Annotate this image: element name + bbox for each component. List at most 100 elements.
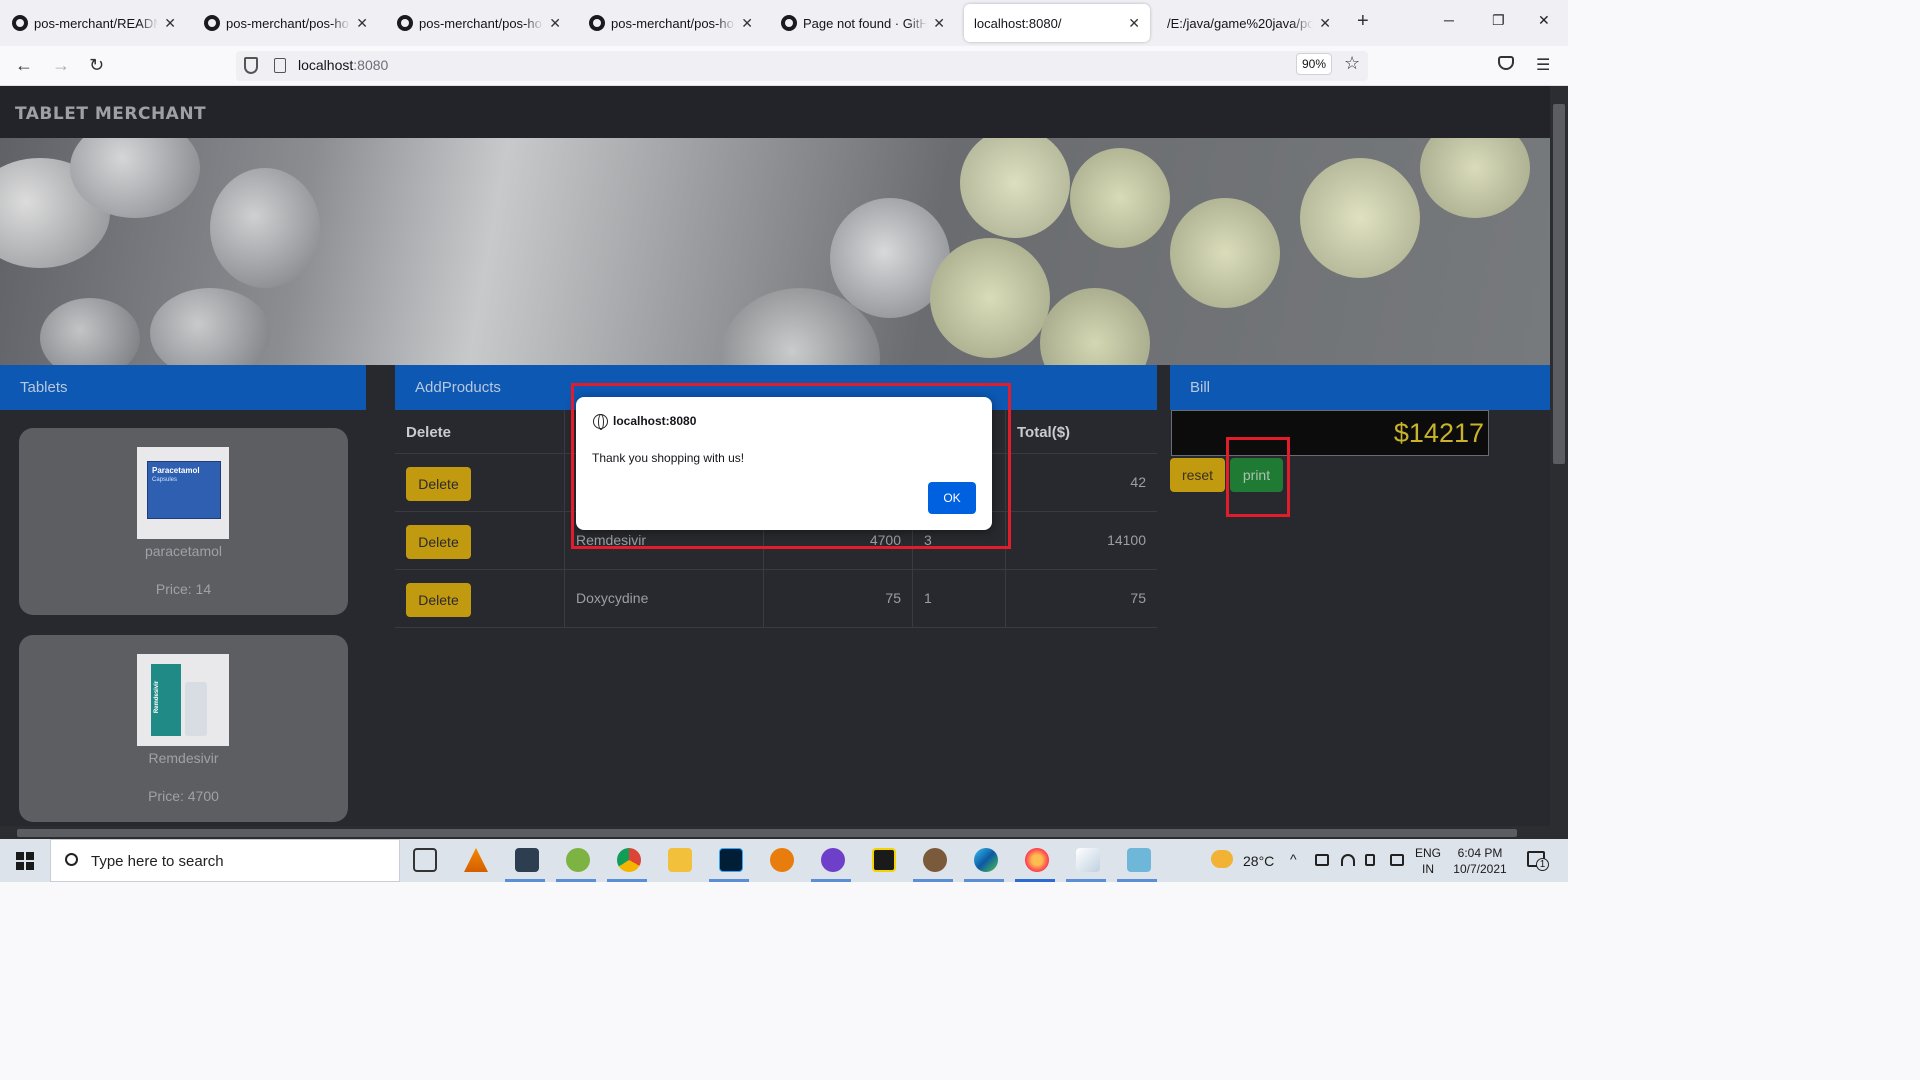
battery-icon[interactable]	[1315, 854, 1329, 866]
tab-title: pos-merchant/README.r	[34, 15, 158, 31]
clock[interactable]: 6:04 PM 10/7/2021	[1450, 845, 1510, 877]
wifi-icon[interactable]	[1341, 854, 1355, 866]
scrollbar-thumb[interactable]	[1553, 104, 1565, 464]
sticky-notes-icon[interactable]	[872, 848, 896, 872]
remdesivir-product-image: Remdesivir	[137, 654, 229, 746]
file-explorer-icon[interactable]	[668, 848, 692, 872]
github-icon	[204, 15, 220, 31]
browser-tab[interactable]: Page not found · GitHub ✕	[771, 4, 955, 42]
annotation-highlight-print	[1226, 437, 1290, 517]
notification-icon[interactable]: 1	[1527, 851, 1549, 871]
paracetamol-product-image: Paracetamol Capsules	[137, 447, 229, 539]
qty-cell: 1	[924, 590, 932, 606]
window-close-icon[interactable]: ✕	[1538, 12, 1550, 29]
language-indicator[interactable]: ENG IN	[1415, 845, 1441, 877]
tab-title: pos-merchant/pos-home	[611, 15, 735, 31]
total-cell: 75	[1130, 590, 1146, 606]
total-cell: 14100	[1107, 532, 1146, 548]
weather-temperature[interactable]: 28°C	[1243, 853, 1274, 869]
annotation-highlight-dialog	[571, 383, 1011, 549]
shield-icon[interactable]	[244, 57, 258, 74]
delete-button[interactable]: Delete	[406, 467, 471, 501]
restore-icon[interactable]: ❐	[1492, 12, 1505, 29]
product-card-paracetamol[interactable]: Paracetamol Capsules paracetamol Price: …	[19, 428, 348, 615]
delete-button[interactable]: Delete	[406, 583, 471, 617]
windows-start-icon[interactable]	[16, 852, 34, 870]
horizontal-scrollbar[interactable]	[0, 826, 1568, 839]
app-icon[interactable]	[923, 848, 947, 872]
reset-button[interactable]: reset	[1170, 458, 1225, 492]
github-desktop-icon[interactable]	[821, 848, 845, 872]
tab-title: /E:/java/game%20java/pos-r	[1167, 15, 1314, 31]
price-cell: 75	[885, 590, 901, 606]
product-name: Remdesivir	[148, 750, 219, 766]
product-price: Price: 4700	[148, 788, 219, 804]
snipping-tool-icon[interactable]	[515, 848, 539, 872]
edge-icon[interactable]	[974, 848, 998, 872]
taskbar-search-box[interactable]: Type here to search	[50, 839, 400, 882]
tablets-panel-header: Tablets	[0, 365, 366, 410]
new-tab-plus-icon[interactable]: +	[1357, 10, 1369, 33]
app-brand[interactable]: TABLET MERCHANT	[15, 104, 206, 124]
volume-icon[interactable]	[1365, 854, 1375, 866]
close-icon[interactable]: ✕	[1319, 15, 1331, 32]
browser-tab[interactable]: pos-merchant/pos-home ✕	[579, 4, 763, 42]
scrollbar-thumb[interactable]	[17, 829, 1517, 837]
utorrent-icon[interactable]	[566, 848, 590, 872]
minimize-icon[interactable]: ─	[1444, 12, 1454, 28]
tab-title: pos-merchant/pos-home	[226, 15, 350, 31]
url-text[interactable]: localhost:8080	[298, 57, 388, 73]
table-row: Delete Doxycydine 75 1 75	[395, 570, 1157, 628]
bill-total-display: $14217	[1171, 410, 1489, 456]
reload-icon[interactable]: ↻	[89, 55, 104, 76]
browser-tab-strip: pos-merchant/README.r ✕ pos-merchant/pos…	[0, 0, 1568, 46]
app-header: TABLET MERCHANT	[0, 86, 1550, 138]
browser-nav-bar: ← → ↻ localhost:8080	[0, 46, 1568, 86]
product-price: Price: 14	[155, 581, 212, 597]
close-icon[interactable]: ✕	[1128, 15, 1140, 32]
blender-icon[interactable]	[770, 848, 794, 872]
browser-tab[interactable]: pos-merchant/pos-home ✕	[387, 4, 571, 42]
browser-tab-active[interactable]: localhost:8080/ ✕	[964, 4, 1150, 42]
search-placeholder: Type here to search	[91, 853, 224, 870]
paint-icon[interactable]	[1076, 848, 1100, 872]
total-cell: 42	[1130, 474, 1146, 490]
firefox-icon[interactable]	[1025, 848, 1049, 872]
tab-title: pos-merchant/pos-home	[419, 15, 543, 31]
app-icon[interactable]	[1127, 848, 1151, 872]
photoshop-icon[interactable]	[719, 848, 743, 872]
github-icon	[397, 15, 413, 31]
close-icon[interactable]: ✕	[549, 15, 561, 32]
product-card-remdesivir[interactable]: Remdesivir Remdesivir Price: 4700	[19, 635, 348, 822]
tab-title: localhost:8080/	[974, 15, 1062, 31]
zoom-level-badge[interactable]: 90%	[1296, 53, 1332, 75]
bill-panel-header: Bill	[1170, 365, 1550, 410]
github-icon	[589, 15, 605, 31]
chrome-icon[interactable]	[617, 848, 641, 872]
page-icon	[274, 58, 286, 73]
chevron-up-icon[interactable]: ^	[1290, 851, 1297, 867]
browser-tab[interactable]: pos-merchant/README.r ✕	[2, 4, 186, 42]
task-view-icon[interactable]	[413, 848, 437, 872]
close-icon[interactable]: ✕	[356, 15, 368, 32]
hamburger-menu-icon[interactable]: ☰	[1536, 55, 1550, 75]
close-icon[interactable]: ✕	[741, 15, 753, 32]
address-bar[interactable]: localhost:8080	[236, 51, 1368, 81]
close-icon[interactable]: ✕	[933, 15, 945, 32]
search-icon	[65, 853, 78, 866]
close-icon[interactable]: ✕	[164, 15, 176, 32]
delete-button[interactable]: Delete	[406, 525, 471, 559]
vertical-scrollbar[interactable]	[1550, 86, 1568, 826]
vlc-icon[interactable]	[464, 848, 488, 872]
product-name-cell: Doxycydine	[576, 590, 649, 606]
display-icon[interactable]	[1390, 854, 1404, 866]
github-icon	[12, 15, 28, 31]
bookmark-star-icon[interactable]: ☆	[1344, 53, 1360, 74]
back-arrow-icon[interactable]: ←	[15, 55, 33, 76]
weather-icon[interactable]	[1211, 850, 1233, 868]
browser-tab[interactable]: pos-merchant/pos-home ✕	[194, 4, 378, 42]
hero-banner-image	[0, 138, 1550, 365]
windows-taskbar: Type here to search 28°C ^ ENG IN 6:04 PM…	[0, 839, 1568, 882]
browser-tab[interactable]: /E:/java/game%20java/pos-r ✕	[1157, 4, 1341, 42]
forward-arrow-icon[interactable]: →	[52, 55, 70, 76]
